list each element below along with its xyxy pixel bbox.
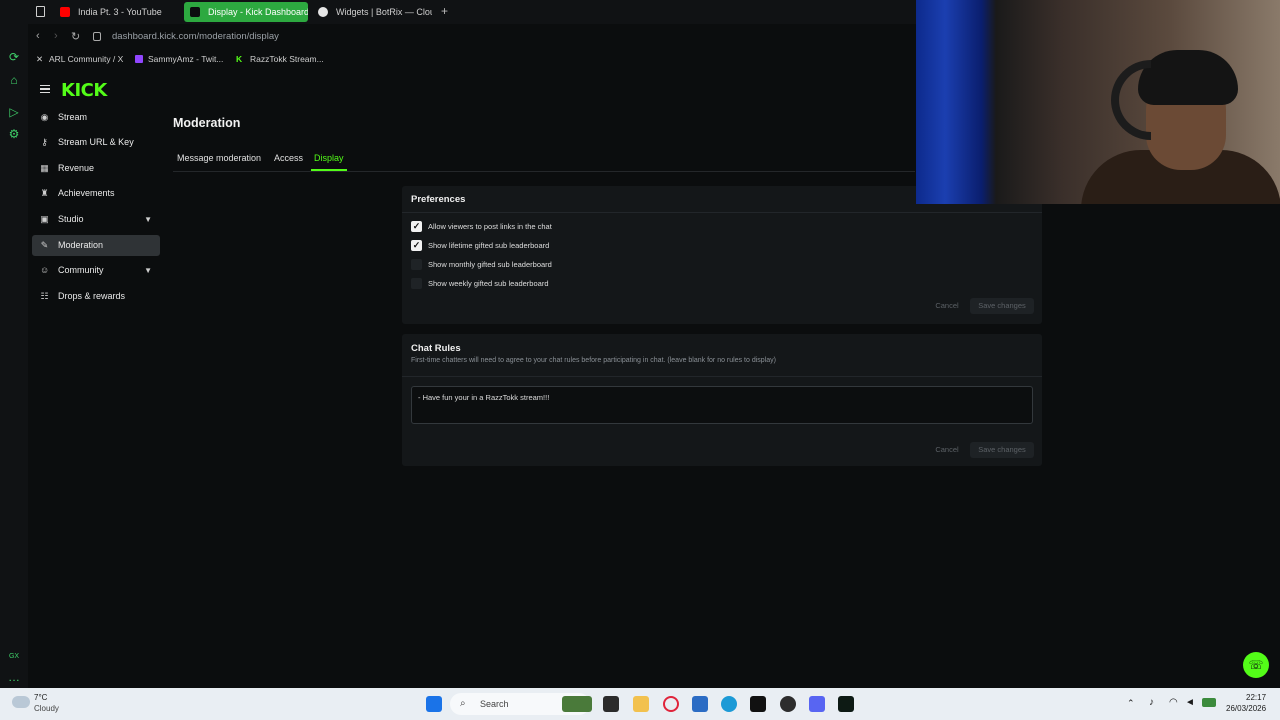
chart-icon: ▦ [40, 163, 49, 173]
gx-icon[interactable]: GX [7, 650, 21, 664]
webcam-person-hair [1138, 50, 1238, 105]
trophy-icon: ♜ [40, 188, 49, 198]
new-tab-icon[interactable]: + [441, 4, 448, 18]
lock-icon [93, 32, 101, 41]
wifi-icon[interactable]: ◠ [1169, 697, 1178, 708]
edge-icon[interactable] [721, 696, 737, 712]
menu-icon[interactable] [40, 85, 50, 93]
sidebar-item-studio[interactable]: ▣ Studio ▼ [32, 209, 160, 230]
settings-icon[interactable]: ⚙ [7, 127, 21, 141]
sidebar-item-drops-rewards[interactable]: ☷ Drops & rewards [32, 286, 160, 307]
kick-favicon-icon [190, 7, 200, 17]
save-changes-button[interactable]: Save changes [970, 442, 1034, 458]
chat-rules-textarea[interactable]: - Have fun your in a RazzTokk stream!!! [411, 386, 1033, 424]
windows-start-icon[interactable] [426, 696, 442, 712]
tab-youtube[interactable]: India Pt. 3 - YouTube [54, 2, 180, 22]
obs-icon[interactable] [780, 696, 796, 712]
browser-sidebar: O ⟳ ⌂ ▷ ⚙ GX … [0, 0, 28, 688]
sidebar-item-achievements[interactable]: ♜ Achievements [32, 183, 160, 204]
chat-bubble-icon: ☏ [1248, 658, 1264, 672]
refresh-circle-icon[interactable]: ⟳ [7, 50, 21, 64]
tab-message-moderation[interactable]: Message moderation [177, 153, 261, 163]
page-title: Moderation [173, 116, 241, 130]
broadcast-icon: ◉ [40, 112, 49, 122]
reload-icon[interactable]: ↻ [71, 30, 80, 43]
bookmark-arl[interactable]: ARL Community / X [49, 54, 123, 64]
tab-display[interactable]: Display [314, 153, 344, 163]
url-field[interactable]: dashboard.kick.com/moderation/display [112, 31, 279, 42]
sidebar-item-stream[interactable]: ◉ Stream [32, 107, 160, 128]
clock-date[interactable]: 26/03/2026 [1226, 704, 1266, 713]
grid-icon: ▣ [40, 214, 49, 224]
kick-logo[interactable]: KICK [61, 80, 107, 101]
bookmark-razztokk[interactable]: RazzTokk Stream... [250, 54, 324, 64]
chevron-down-icon: ▼ [144, 266, 152, 275]
more-icon[interactable]: … [7, 670, 21, 684]
cloud-icon [12, 696, 30, 708]
kick-app-icon[interactable] [838, 696, 854, 712]
store-icon[interactable] [692, 696, 708, 712]
opera-icon[interactable] [663, 696, 679, 712]
key-icon: ⚷ [41, 137, 48, 147]
sidebar-item-moderation[interactable]: ✎ Moderation [32, 235, 160, 256]
people-icon: ☺ [40, 265, 50, 275]
taskbar: 7°C Cloudy ⌕ Search ⌃ ♪ ◠ ◄ 22:17 26/03/… [0, 688, 1280, 720]
dashboard-sidebar: KICK ◉ Stream ⚷ Stream URL & Key ▦ Reven… [28, 72, 168, 688]
cancel-button[interactable]: Cancel [930, 442, 964, 458]
tray-chevron-icon[interactable]: ⌃ [1127, 698, 1135, 709]
gift-icon: ☷ [40, 291, 49, 301]
battery-icon[interactable] [1202, 698, 1216, 707]
chevron-down-icon: ▼ [144, 215, 152, 224]
bookmark-sammy[interactable]: SammyAmz - Twit... [148, 54, 223, 64]
volume-icon[interactable]: ◄ [1185, 697, 1195, 708]
back-icon[interactable]: ‹ [36, 30, 40, 42]
address-bar: ‹ › ↻ dashboard.kick.com/moderation/disp… [28, 26, 928, 50]
cancel-button[interactable]: Cancel [930, 298, 964, 314]
wrench-icon: ✎ [40, 240, 49, 250]
chat-rules-card: Chat Rules First-time chatters will need… [402, 334, 1042, 466]
weather-desc[interactable]: Cloudy [34, 704, 59, 713]
search-icon: ⌕ [460, 698, 466, 709]
checkbox-checked-icon[interactable]: ✓ [411, 240, 422, 251]
sidebar-item-community[interactable]: ☺ Community ▼ [32, 260, 160, 281]
card-divider [402, 212, 1042, 213]
forward-icon[interactable]: › [54, 30, 58, 42]
preferences-title: Preferences [411, 194, 466, 205]
checkbox-unchecked-icon[interactable] [411, 278, 422, 289]
save-changes-button[interactable]: Save changes [970, 298, 1034, 314]
tab-list-icon[interactable] [36, 6, 45, 17]
bookmarks-bar: ✕ ARL Community / X SammyAmz - Twit... K… [28, 50, 928, 70]
search-highlight-icon [562, 696, 592, 712]
file-explorer-icon[interactable] [633, 696, 649, 712]
task-view-icon[interactable] [603, 696, 619, 712]
discord-icon[interactable] [809, 696, 825, 712]
preferences-card: Preferences ✓ Allow viewers to post link… [402, 186, 1042, 324]
headset-icon [1111, 60, 1151, 140]
audio-app-icon[interactable] [750, 696, 766, 712]
youtube-icon [60, 7, 70, 17]
twitch-icon [135, 55, 143, 63]
support-chat-button[interactable]: ☏ [1243, 652, 1269, 678]
chat-rules-description: First-time chatters will need to agree t… [411, 357, 776, 364]
botrix-icon [318, 7, 328, 17]
checkbox-checked-icon[interactable]: ✓ [411, 221, 422, 232]
tab-kick-dashboard[interactable]: Display - Kick Dashboard [184, 2, 308, 22]
webcam-overlay [916, 0, 1280, 204]
microphone-icon[interactable]: ♪ [1149, 697, 1154, 708]
tab-botrix[interactable]: Widgets | BotRix — Cloud [312, 2, 432, 22]
tabs-divider [173, 171, 915, 172]
card-divider [402, 376, 1042, 377]
clock-time[interactable]: 22:17 [1246, 693, 1266, 702]
sidebar-item-stream-url-key[interactable]: ⚷ Stream URL & Key [32, 132, 160, 153]
play-icon[interactable]: ▷ [7, 105, 21, 119]
sidebar-item-revenue[interactable]: ▦ Revenue [32, 158, 160, 179]
bookmark-x-icon: ✕ [36, 54, 44, 64]
weather-temp[interactable]: 7°C [34, 693, 47, 702]
chat-rules-title: Chat Rules [411, 343, 461, 354]
tab-access[interactable]: Access [274, 153, 303, 163]
bag-icon[interactable]: ⌂ [7, 73, 21, 87]
checkbox-unchecked-icon[interactable] [411, 259, 422, 270]
kick-bookmark-icon: K [236, 54, 243, 64]
